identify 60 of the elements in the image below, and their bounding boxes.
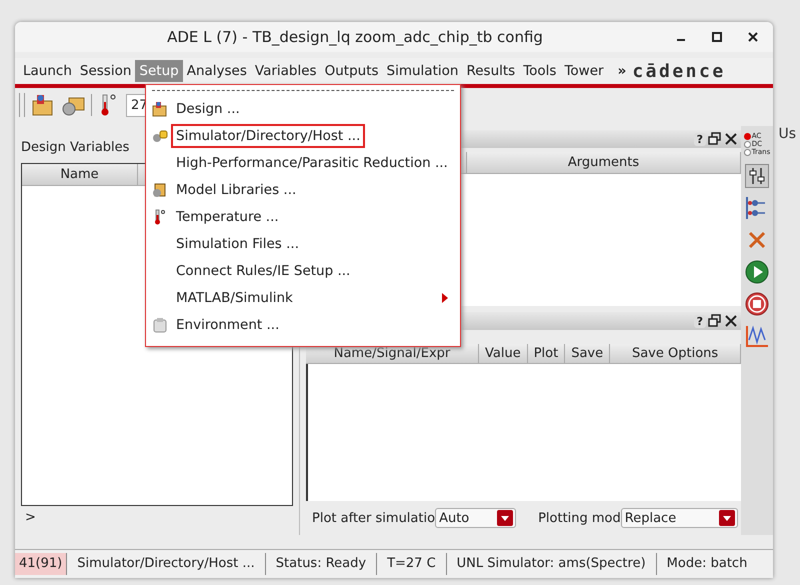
folder-icon[interactable]	[31, 93, 55, 117]
menu-item[interactable]: Setup	[135, 60, 183, 82]
sliders-icon[interactable]	[745, 164, 769, 188]
panel-title: Design Variables	[21, 140, 130, 155]
radio-button[interactable]	[744, 132, 751, 140]
restore-icon[interactable]	[708, 132, 722, 146]
status-field: 41(91)	[15, 553, 68, 575]
menu-item[interactable]: Launch	[19, 60, 76, 82]
gears-icon	[152, 128, 168, 144]
logo: cādence	[632, 60, 726, 82]
folder-icon	[152, 100, 168, 116]
clipboard-icon	[152, 316, 168, 332]
menu-item[interactable]: High-Performance/Parasitic Reduction ...	[146, 149, 460, 176]
menu-item[interactable]: Model Libraries ...	[146, 176, 460, 203]
menu-item[interactable]: Tools	[519, 60, 560, 82]
radio-button[interactable]	[744, 148, 751, 156]
menu-item[interactable]: Outputs	[320, 60, 383, 82]
menu-item[interactable]: Simulation	[382, 60, 462, 82]
submenu-arrow-icon	[442, 292, 448, 302]
status-field: Status: Ready	[266, 553, 378, 575]
stop-icon[interactable]	[745, 292, 769, 316]
radio-button[interactable]	[744, 140, 751, 148]
status-field: Mode: batch	[656, 553, 758, 575]
overflow-chevron[interactable]: »	[618, 63, 626, 79]
caret-icon	[718, 510, 735, 526]
menu-item[interactable]: Results	[462, 60, 520, 82]
menu-item[interactable]: Variables	[250, 60, 321, 82]
status-field: Simulator/Directory/Host ...	[67, 553, 266, 575]
field-label: Plotting mod	[537, 510, 621, 526]
window-title: ADE L (7) - TB_design_lq zoom_adc_chip_tb config	[166, 28, 544, 46]
caret-icon	[497, 510, 514, 526]
restore-icon[interactable]	[708, 314, 722, 328]
dropdown[interactable]: Auto	[435, 508, 516, 528]
background-window-text: Us	[778, 126, 796, 142]
dropdown[interactable]: Replace	[620, 508, 738, 528]
column-header[interactable]: Plot	[528, 344, 566, 363]
field-label: Plot after simulatio	[311, 510, 436, 526]
maximize-icon[interactable]	[711, 31, 723, 43]
thermometer-icon	[152, 208, 168, 224]
expand-arrow[interactable]: >	[19, 506, 295, 535]
status-field: UNL Simulator: ams(Spectre)	[446, 553, 657, 575]
menu-item[interactable]: MATLAB/Simulink	[146, 284, 460, 311]
menu-item[interactable]: Connect Rules/IE Setup ...	[146, 257, 460, 284]
status-field: T=27 C	[377, 553, 447, 575]
help-button[interactable]: ?	[694, 132, 706, 146]
help-button[interactable]: ?	[694, 314, 706, 328]
menu-item[interactable]: Tower	[560, 60, 608, 82]
menu-item[interactable]: Environment ...	[146, 311, 460, 338]
close-icon[interactable]	[724, 132, 738, 146]
menu-item[interactable]: Temperature ...	[146, 203, 460, 230]
menu-item[interactable]: Session	[76, 60, 136, 82]
menu-item[interactable]: Simulation Files ...	[146, 230, 460, 257]
close-icon[interactable]	[747, 31, 759, 43]
close-icon[interactable]	[724, 314, 738, 328]
waveform-icon[interactable]	[745, 324, 769, 348]
books-icon	[152, 182, 168, 198]
run-icon[interactable]	[745, 260, 769, 284]
menu-item[interactable]: Analyses	[182, 60, 251, 82]
column-header[interactable]: Value	[479, 344, 528, 363]
column-header[interactable]: Save	[565, 344, 610, 363]
